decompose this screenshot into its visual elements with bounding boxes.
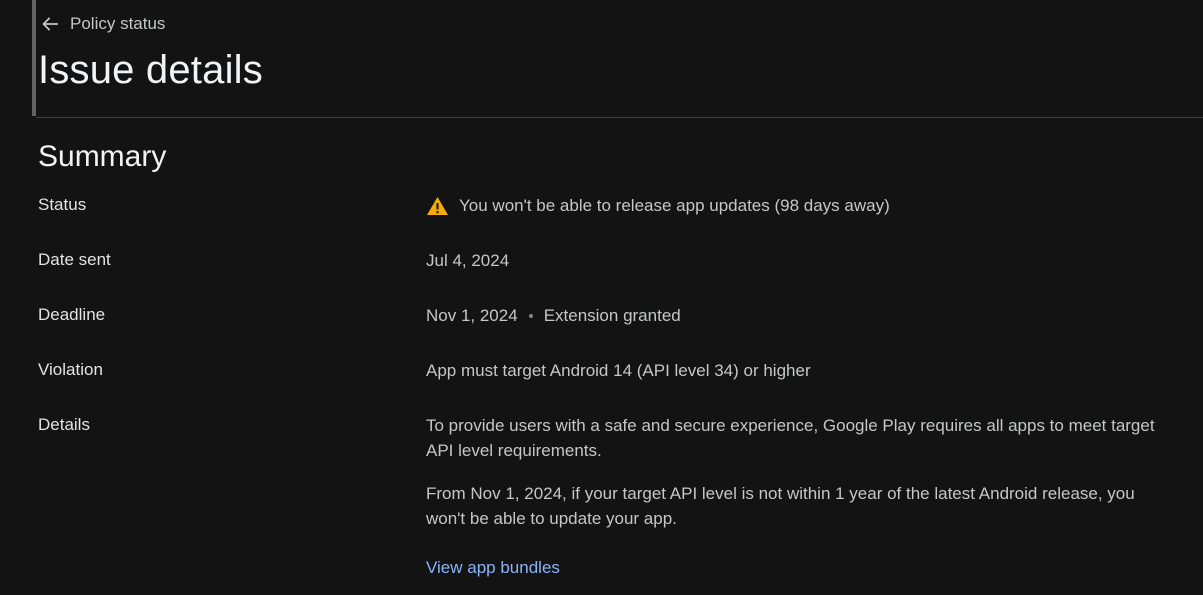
summary-heading: Summary [38, 140, 167, 173]
back-link-label[interactable]: Policy status [70, 14, 165, 34]
warning-icon [426, 196, 449, 216]
back-to-policy-status-link[interactable]: Policy status [40, 12, 165, 36]
details-label: Details [38, 415, 90, 434]
deadline-value: Nov 1, 2024 Extension granted [426, 303, 681, 328]
details-value: To provide users with a safe and secure … [426, 413, 1156, 531]
page-title: Issue details [38, 48, 263, 92]
extension-status: Extension granted [543, 306, 681, 325]
view-app-bundles-link[interactable]: View app bundles [426, 558, 560, 578]
deadline-date: Nov 1, 2024 [426, 306, 518, 325]
header-divider [36, 117, 1203, 118]
details-paragraph-2: From Nov 1, 2024, if your target API lev… [426, 484, 1135, 528]
violation-label: Violation [38, 360, 103, 379]
details-paragraph-1: To provide users with a safe and secure … [426, 416, 1155, 460]
status-text: You won't be able to release app updates… [459, 196, 890, 215]
deadline-label: Deadline [38, 305, 106, 324]
status-label: Status [38, 195, 87, 214]
separator-dot [528, 313, 533, 318]
violation-value: App must target Android 14 (API level 34… [426, 361, 811, 380]
status-value: You won't be able to release app updates… [426, 193, 890, 218]
date-sent-label: Date sent [38, 250, 111, 269]
date-sent-value: Jul 4, 2024 [426, 251, 510, 270]
issue-details-page: Policy status Issue details Summary Stat… [0, 0, 1203, 595]
arrow-back-icon[interactable] [40, 14, 60, 34]
header-accent-bar [32, 0, 36, 116]
